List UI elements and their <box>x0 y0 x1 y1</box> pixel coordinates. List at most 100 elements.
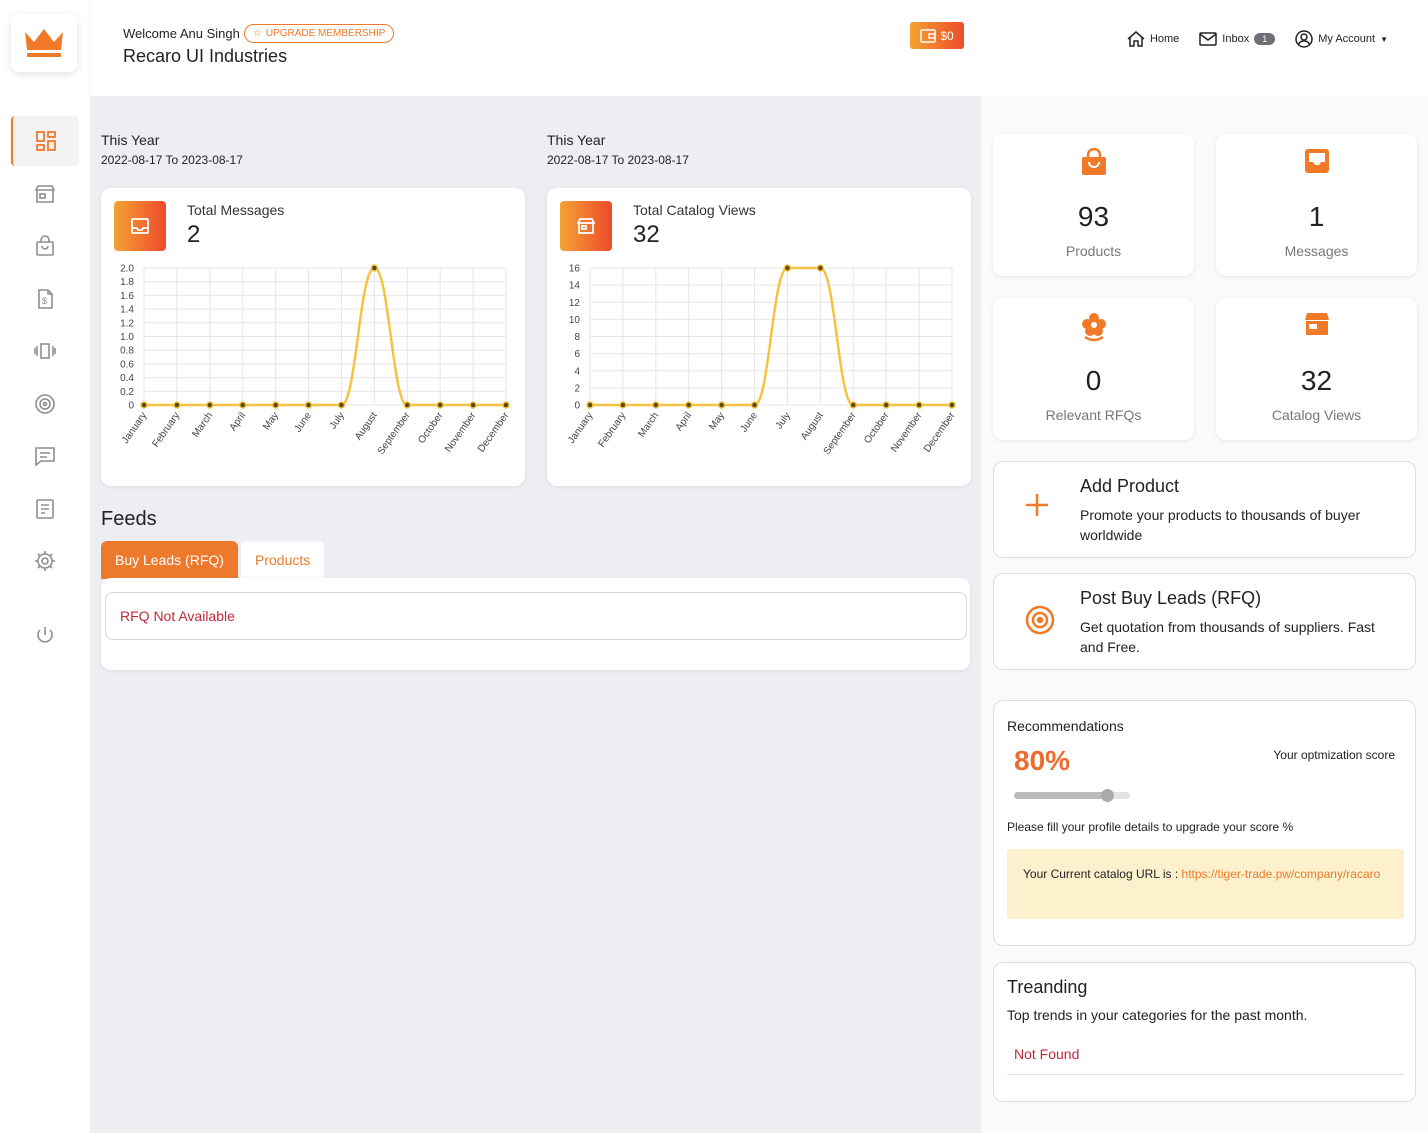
data-point[interactable] <box>915 401 923 409</box>
x-tick-label: May <box>261 410 281 432</box>
target-icon <box>35 394 55 414</box>
sidebar-item-forms[interactable] <box>11 484 79 534</box>
header: Welcome Anu Singh ☆ UPGRADE MEMBERSHIP R… <box>90 0 1428 96</box>
sidebar-item-settings[interactable] <box>11 536 79 586</box>
inbox-icon <box>1216 148 1417 174</box>
data-point[interactable] <box>882 401 890 409</box>
x-tick-label: December <box>476 410 512 455</box>
upgrade-membership-button[interactable]: ☆ UPGRADE MEMBERSHIP <box>243 24 395 43</box>
data-point[interactable] <box>750 401 759 409</box>
data-point[interactable] <box>586 401 594 409</box>
x-tick-label: November <box>889 410 925 455</box>
action-title: Post Buy Leads (RFQ) <box>1080 588 1262 608</box>
welcome-text: Welcome Anu Singh <box>123 26 240 41</box>
tab-buy-leads[interactable]: Buy Leads (RFQ) <box>101 541 238 579</box>
y-tick-label: 12 <box>569 298 581 309</box>
data-point[interactable] <box>238 401 247 409</box>
y-tick-label: 0.8 <box>120 346 134 357</box>
summary-value: 32 <box>1300 365 1333 396</box>
summary-products-card[interactable]: 93 Products <box>993 134 1194 276</box>
mail-icon <box>1199 32 1218 46</box>
feed-panel: RFQ Not Available <box>101 578 970 670</box>
right-panel: 93 Products 1 Messages 0 Relevant RFQs 3… <box>981 96 1428 1133</box>
dashboard-icon <box>36 131 56 151</box>
tab-products[interactable]: Products <box>241 541 325 579</box>
x-tick-label: March <box>190 410 215 439</box>
summary-value: 93 <box>1077 201 1110 232</box>
sidebar-item-store[interactable] <box>11 169 79 219</box>
x-tick-label: July <box>328 410 347 431</box>
summary-label: Relevant RFQs <box>1045 407 1142 423</box>
period-label: This Year <box>547 132 606 148</box>
sidebar-item-dashboard[interactable] <box>11 116 79 166</box>
data-point[interactable] <box>816 264 825 272</box>
data-point[interactable] <box>140 401 148 409</box>
upgrade-label: UPGRADE MEMBERSHIP <box>265 28 386 39</box>
sidebar-item-carousel[interactable] <box>11 326 79 376</box>
y-tick-label: 1.8 <box>120 277 134 288</box>
target-icon <box>1024 604 1056 641</box>
catalog-url-link[interactable]: https://tiger-trade.pw/company/racaro <box>1182 867 1381 881</box>
star-icon: ☆ <box>252 28 262 39</box>
data-point[interactable] <box>271 401 280 409</box>
nav-inbox[interactable]: Inbox 1 <box>1199 32 1276 46</box>
rfq-empty-message: RFQ Not Available <box>105 592 967 640</box>
data-point[interactable] <box>684 401 693 409</box>
data-point[interactable] <box>173 401 181 409</box>
y-tick-label: 0.4 <box>120 373 134 384</box>
nav-account[interactable]: My Account ▼ <box>1295 30 1388 48</box>
crown-logo-icon[interactable] <box>11 14 77 72</box>
data-point[interactable] <box>502 401 510 409</box>
company-name: Recaro UI Industries <box>123 46 288 66</box>
data-point[interactable] <box>652 401 660 409</box>
period-label: This Year <box>101 132 160 148</box>
sidebar-item-messages[interactable] <box>11 431 79 481</box>
x-tick-label: August <box>353 410 380 442</box>
data-point[interactable] <box>206 401 214 409</box>
add-product-card[interactable]: Add Product Promote your products to tho… <box>993 461 1416 558</box>
summary-messages-card[interactable]: 1 Messages <box>1216 134 1417 276</box>
data-point[interactable] <box>469 401 477 409</box>
user-circle-icon <box>1295 30 1313 48</box>
nav-inbox-label: Inbox <box>1222 33 1250 45</box>
sidebar-item-logout[interactable] <box>11 611 79 661</box>
nav-home[interactable]: Home <box>1127 31 1179 47</box>
summary-label: Products <box>1065 243 1122 259</box>
trending-title: Treanding <box>1007 977 1088 997</box>
data-point[interactable] <box>403 401 412 409</box>
data-point[interactable] <box>619 401 627 409</box>
x-tick-label: June <box>739 410 761 434</box>
feeds-title: Feeds <box>101 508 157 530</box>
data-point[interactable] <box>436 401 444 409</box>
data-point[interactable] <box>337 401 346 409</box>
sidebar: $ <box>0 0 90 1133</box>
caret-down-icon: ▼ <box>1380 34 1388 44</box>
summary-rfqs-card[interactable]: 0 Relevant RFQs <box>993 298 1194 440</box>
settings-icon <box>35 551 55 571</box>
catalog-url-label: Your Current catalog URL is : <box>1023 867 1179 881</box>
x-tick-label: May <box>707 410 727 432</box>
x-tick-label: August <box>799 410 826 442</box>
power-icon <box>37 627 53 643</box>
sidebar-item-products[interactable] <box>11 221 79 271</box>
shopping-bag-icon <box>993 148 1194 176</box>
data-point[interactable] <box>849 401 858 409</box>
data-point[interactable] <box>717 401 726 409</box>
catalog-url-box: Your Current catalog URL is : https://ti… <box>1007 849 1404 919</box>
x-tick-label: April <box>228 410 248 433</box>
post-buy-leads-card[interactable]: Post Buy Leads (RFQ) Get quotation from … <box>993 573 1416 670</box>
sidebar-item-invoices[interactable]: $ <box>11 274 79 324</box>
data-point[interactable] <box>783 264 792 272</box>
x-tick-label: November <box>443 410 479 455</box>
wallet-button[interactable]: $0 <box>910 22 964 49</box>
x-tick-label: September <box>376 410 413 457</box>
form-icon <box>36 499 54 519</box>
data-point[interactable] <box>370 264 379 272</box>
data-point[interactable] <box>304 401 313 409</box>
summary-catalog-views-card[interactable]: 32 Catalog Views <box>1216 298 1417 440</box>
data-point[interactable] <box>948 401 956 409</box>
messages-line-chart: 0 0.2 0.4 0.6 0.8 1.0 1.2 1.4 1.6 1.8 2.0 January Fe… <box>120 264 512 457</box>
action-title: Add Product <box>1080 476 1180 496</box>
total-messages-card: Total Messages 2 0 0.2 0.4 0.6 0.8 1.0 1.2 1.4 1… <box>101 188 525 486</box>
sidebar-item-rfq[interactable] <box>11 379 79 429</box>
